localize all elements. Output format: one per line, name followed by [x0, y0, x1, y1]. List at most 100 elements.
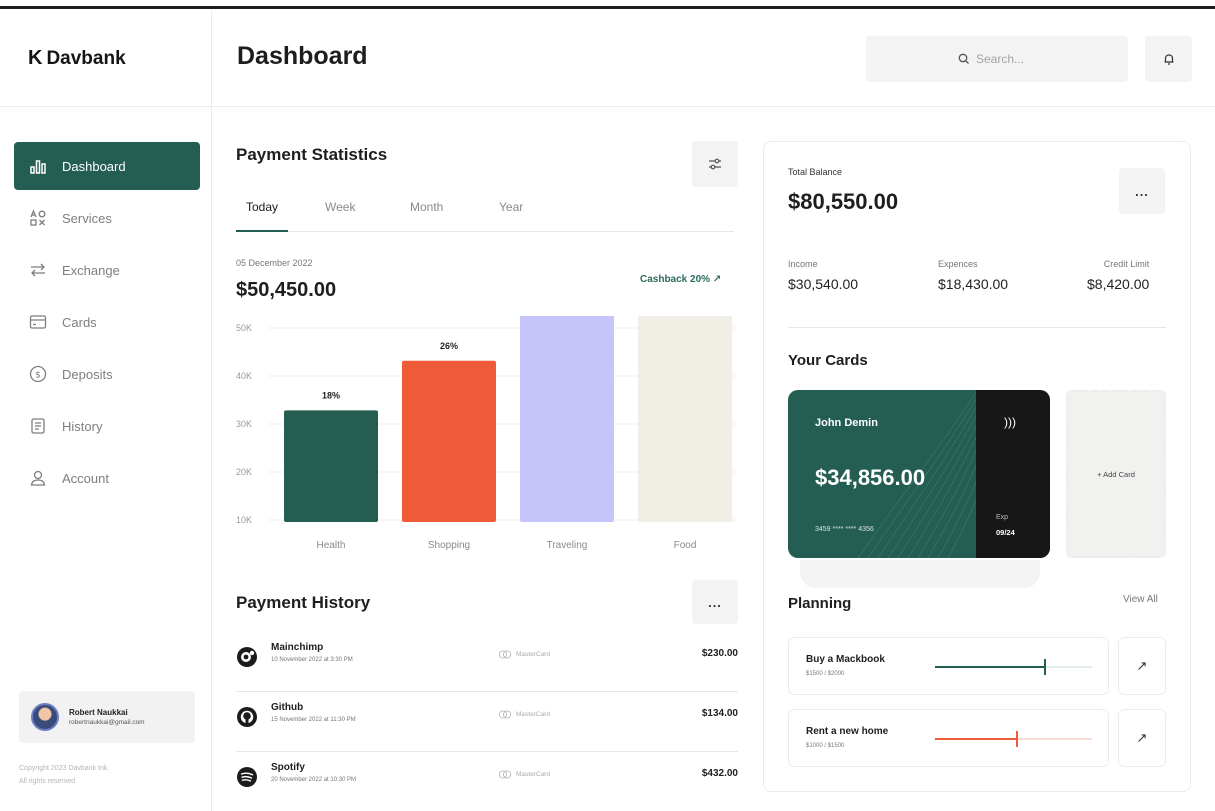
plan-title: Rent a new home	[806, 726, 889, 737]
contactless-icon: )))	[1004, 415, 1016, 429]
app-logo[interactable]: K Davbank	[28, 47, 126, 70]
sidebar-item-label: Services	[62, 210, 112, 226]
chart-bar	[284, 410, 378, 522]
github-icon	[237, 707, 257, 727]
sidebar-item-deposits[interactable]: $ Deposits	[14, 350, 200, 398]
bar-value-label: 18%	[322, 390, 340, 400]
tab-year[interactable]: Year	[489, 198, 533, 232]
x-category-label: Shopping	[428, 540, 470, 551]
search-box[interactable]	[866, 36, 1128, 82]
filter-button[interactable]	[692, 141, 738, 187]
payment-method: MasterCard	[498, 650, 550, 659]
sidebar-nav: Dashboard Services Exchange Cards $ Depo…	[14, 142, 200, 506]
sidebar-item-cards[interactable]: Cards	[14, 298, 200, 346]
arrow-up-right-icon: ↗	[1136, 730, 1148, 745]
payment-method: MasterCard	[498, 710, 550, 719]
user-email: robertnaukkai@gmail.com	[69, 719, 145, 726]
sidebar-item-label: Cards	[62, 314, 97, 330]
payment-method-label: MasterCard	[516, 771, 550, 778]
chart-bar	[520, 316, 614, 522]
sidebar-divider	[0, 106, 212, 107]
sidebar-item-account[interactable]: Account	[14, 454, 200, 502]
statistics-amount: $50,450.00	[236, 279, 337, 301]
mailchimp-icon	[237, 647, 257, 667]
card-balance: $34,856.00	[815, 465, 926, 490]
bar-value-label: 26%	[440, 341, 458, 351]
payment-time: 15 November 2022 at 11:30 PM	[271, 717, 356, 723]
metric-expences: Expences $18,430.00	[938, 259, 1008, 292]
total-balance-amount: $80,550.00	[788, 189, 899, 214]
avatar	[31, 703, 59, 731]
page-title: Dashboard	[237, 42, 368, 70]
merchant-name: Mainchimp	[271, 642, 324, 653]
cashback-link[interactable]: Cashback 20% ↗	[640, 274, 721, 285]
plan-item[interactable]: Rent a new home $1000 / $1500	[788, 709, 1109, 767]
svg-text:$: $	[35, 371, 41, 381]
balance-more-button[interactable]: ...	[1119, 168, 1165, 214]
bank-card[interactable]: John Demin ))) $34,856.00 3459 **** ****…	[788, 390, 1050, 558]
user-card[interactable]: Robert Naukkai robertnaukkai@gmail.com	[19, 691, 195, 743]
payment-amount: $432.00	[701, 768, 738, 779]
plan-open-button[interactable]: ↗	[1118, 637, 1166, 695]
x-category-label: Traveling	[547, 540, 588, 551]
payment-statistics-title: Payment Statistics	[236, 145, 388, 164]
payment-method-label: MasterCard	[516, 651, 550, 658]
payment-amount: $230.00	[701, 648, 738, 659]
metric-income: Income $30,540.00	[788, 259, 858, 292]
y-tick-label: 50K	[236, 323, 252, 333]
total-balance-label: Total Balance	[788, 167, 843, 177]
sidebar-item-history[interactable]: History	[14, 402, 200, 450]
history-more-button[interactable]: ...	[692, 580, 738, 624]
sidebar: K Davbank Dashboard Services Exchange Ca…	[0, 10, 212, 811]
sidebar-item-label: Dashboard	[62, 158, 126, 174]
notification-button[interactable]	[1145, 36, 1192, 82]
x-category-label: Health	[317, 540, 346, 551]
period-tabs: Today Week Month Year	[236, 198, 734, 232]
sidebar-item-dashboard[interactable]: Dashboard	[14, 142, 200, 190]
metric-value: $18,430.00	[938, 276, 1009, 292]
y-tick-label: 10K	[236, 515, 252, 525]
top-border	[0, 0, 1215, 9]
metric-label: Income	[788, 259, 818, 269]
payment-method: MasterCard	[498, 770, 550, 779]
payment-amount: $134.00	[701, 708, 738, 719]
history-row[interactable]: Github 15 November 2022 at 11:30 PM Mast…	[236, 692, 738, 752]
plan-amount: $1500 / $2000	[806, 671, 845, 677]
tab-week[interactable]: Week	[315, 198, 365, 232]
bar-chart-icon	[30, 160, 46, 174]
add-card-button[interactable]: + Add Card	[1066, 390, 1166, 558]
metric-value: $30,540.00	[788, 276, 859, 292]
history-row[interactable]: Mainchimp 10 November 2022 at 3:30 PM Ma…	[236, 632, 738, 692]
sidebar-item-services[interactable]: Services	[14, 194, 200, 242]
plan-progress-knob	[1043, 659, 1046, 675]
payment-method-label: MasterCard	[516, 711, 550, 718]
card-number: 3459 **** **** 4356	[815, 526, 874, 533]
sidebar-item-label: Deposits	[62, 366, 113, 382]
copyright-line: All rights reserved	[19, 778, 76, 785]
plan-item[interactable]: Buy a Mackbook $1500 / $2000	[788, 637, 1109, 695]
card-exp-label: Exp	[996, 514, 1009, 521]
merchant-name: Spotify	[271, 762, 305, 773]
statistics-date: 05 December 2022	[236, 258, 313, 268]
card-shadow	[800, 560, 1040, 588]
tab-today[interactable]: Today	[236, 198, 289, 232]
sidebar-item-label: Exchange	[62, 262, 120, 278]
sidebar-item-label: Account	[62, 470, 109, 486]
mastercard-icon	[498, 650, 512, 659]
bell-icon	[1164, 54, 1173, 65]
search-input[interactable]	[976, 52, 1036, 66]
history-row[interactable]: Spotify 20 November 2022 at 10:30 PM Mas…	[236, 752, 738, 802]
metric-value: $8,420.00	[1087, 276, 1150, 292]
y-tick-label: 20K	[236, 467, 252, 477]
tab-month[interactable]: Month	[400, 198, 453, 232]
payment-time: 20 November 2022 at 10:30 PM	[271, 777, 357, 783]
y-tick-label: 40K	[236, 371, 252, 381]
view-all-link[interactable]: View All	[1123, 594, 1158, 605]
chart-bar	[402, 360, 496, 522]
mastercard-icon	[498, 770, 512, 779]
sidebar-item-exchange[interactable]: Exchange	[14, 246, 200, 294]
plan-open-button[interactable]: ↗	[1118, 709, 1166, 767]
plan-title: Buy a Mackbook	[806, 654, 885, 665]
logo-mark: K	[28, 47, 43, 69]
card-icon	[29, 315, 47, 329]
